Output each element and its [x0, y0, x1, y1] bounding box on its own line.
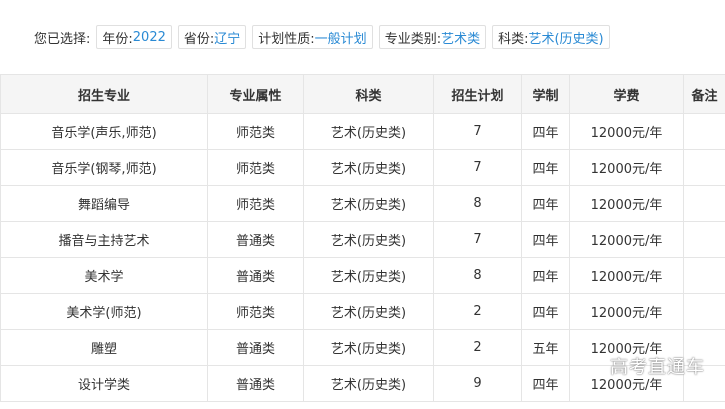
header-notes: 备注: [683, 74, 725, 114]
cell-major: 美术学(师范): [0, 293, 208, 330]
cell-major: 雕塑: [0, 329, 208, 366]
cell-plan-count: 8: [433, 257, 522, 294]
cell-duration: 四年: [521, 149, 570, 186]
cell-duration: 四年: [521, 293, 570, 330]
cell-tuition: 12000元/年: [569, 257, 684, 294]
filter-chip-subject-type[interactable]: 科类: 艺术(历史类): [492, 25, 610, 49]
table-row: 美术学 普通类 艺术(历史类) 8 四年 12000元/年: [0, 257, 725, 294]
cell-plan-count: 2: [433, 329, 522, 366]
filter-value: 一般计划: [314, 31, 367, 47]
header-attribute: 专业属性: [207, 74, 304, 114]
cell-subject-type: 艺术(历史类): [303, 185, 434, 222]
cell-subject-type: 艺术(历史类): [303, 149, 434, 186]
filter-key: 省份:: [183, 31, 215, 47]
cell-major: 舞蹈编导: [0, 185, 208, 222]
cell-subject-type: 艺术(历史类): [303, 365, 434, 402]
cell-tuition: 12000元/年: [569, 293, 684, 330]
table-row: 美术学(师范) 师范类 艺术(历史类) 2 四年 12000元/年: [0, 293, 725, 330]
cell-subject-type: 艺术(历史类): [303, 221, 434, 258]
cell-plan-count: 2: [433, 293, 522, 330]
cell-attribute: 普通类: [207, 257, 304, 294]
cell-notes: [683, 257, 725, 294]
filter-key: 科类:: [498, 31, 529, 47]
cell-attribute: 普通类: [207, 221, 304, 258]
header-plan-count: 招生计划: [433, 74, 522, 114]
cell-plan-count: 9: [433, 365, 522, 402]
table-header-row: 招生专业 专业属性 科类 招生计划 学制 学费 备注: [0, 74, 725, 114]
cell-tuition: 12000元/年: [569, 221, 684, 258]
filter-value: 辽宁: [214, 31, 241, 47]
cell-tuition: 12000元/年: [569, 185, 684, 222]
cell-subject-type: 艺术(历史类): [303, 257, 434, 294]
cell-notes: [683, 149, 725, 186]
cell-major: 播音与主持艺术: [0, 221, 208, 258]
cell-subject-type: 艺术(历史类): [303, 329, 434, 366]
header-subject-type: 科类: [303, 74, 434, 114]
cell-duration: 四年: [521, 365, 570, 402]
cell-attribute: 师范类: [207, 293, 304, 330]
cell-duration: 四年: [521, 221, 570, 258]
cell-plan-count: 8: [433, 185, 522, 222]
filter-key: 计划性质:: [258, 31, 315, 47]
table-row: 音乐学(钢琴,师范) 师范类 艺术(历史类) 7 四年 12000元/年: [0, 149, 725, 186]
filter-chip-major-category[interactable]: 专业类别: 艺术类: [378, 25, 487, 49]
cell-attribute: 师范类: [207, 149, 304, 186]
table-row: 播音与主持艺术 普通类 艺术(历史类) 7 四年 12000元/年: [0, 221, 725, 258]
filter-chip-year[interactable]: 年份: 2022: [96, 25, 172, 49]
cell-attribute: 普通类: [207, 365, 304, 402]
cell-plan-count: 7: [433, 113, 522, 150]
cell-tuition: 12000元/年: [569, 113, 684, 150]
cell-attribute: 普通类: [207, 329, 304, 366]
cell-attribute: 师范类: [207, 185, 304, 222]
filter-value: 2022: [132, 29, 166, 45]
table-row: 音乐学(声乐,师范) 师范类 艺术(历史类) 7 四年 12000元/年: [0, 113, 725, 150]
cell-duration: 四年: [521, 185, 570, 222]
cell-duration: 四年: [521, 257, 570, 294]
filter-prefix-label: 您已选择:: [34, 31, 91, 47]
filter-chip-province[interactable]: 省份: 辽宁: [177, 25, 247, 49]
table-row: 舞蹈编导 师范类 艺术(历史类) 8 四年 12000元/年: [0, 185, 725, 222]
filter-key: 专业类别:: [384, 31, 442, 47]
cell-attribute: 师范类: [207, 113, 304, 150]
filter-bar: 您已选择: 年份: 2022 省份: 辽宁 计划性质: 一般计划 专业类别: 艺…: [0, 0, 725, 74]
cell-subject-type: 艺术(历史类): [303, 293, 434, 330]
cell-notes: [683, 113, 725, 150]
filter-chip-plan-type[interactable]: 计划性质: 一般计划: [252, 25, 373, 49]
cell-major: 音乐学(声乐,师范): [0, 113, 208, 150]
cell-major: 音乐学(钢琴,师范): [0, 149, 208, 186]
cell-plan-count: 7: [433, 149, 522, 186]
watermark-logo: 高考直通车: [610, 357, 705, 378]
cell-major: 设计学类: [0, 365, 208, 402]
filter-value: 艺术类: [441, 31, 481, 47]
cell-major: 美术学: [0, 257, 208, 294]
header-major: 招生专业: [0, 74, 208, 114]
cell-subject-type: 艺术(历史类): [303, 113, 434, 150]
header-tuition: 学费: [569, 74, 684, 114]
filter-value: 艺术(历史类): [528, 31, 604, 47]
header-duration: 学制: [521, 74, 570, 114]
cell-tuition: 12000元/年: [569, 149, 684, 186]
filter-key: 年份:: [102, 31, 133, 47]
cell-notes: [683, 221, 725, 258]
cell-duration: 四年: [521, 113, 570, 150]
cell-duration: 五年: [521, 329, 570, 366]
cell-notes: [683, 293, 725, 330]
cell-notes: [683, 185, 725, 222]
cell-plan-count: 7: [433, 221, 522, 258]
